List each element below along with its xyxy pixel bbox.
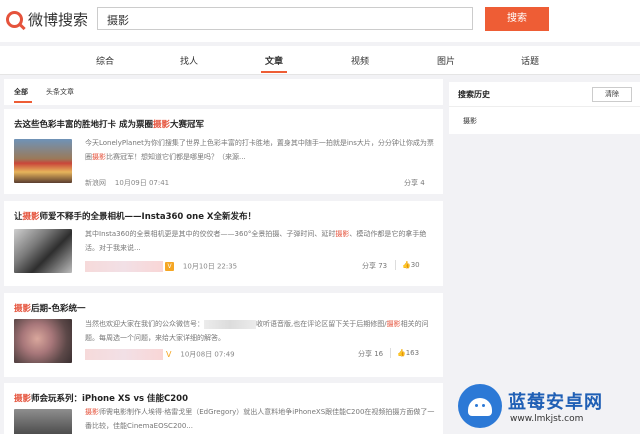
category-tabs: 综合 找人 文章 视频 图片 话题: [0, 46, 640, 75]
thumbs-up-icon: 👍: [397, 349, 406, 357]
wechat-id-blurred: [204, 319, 256, 329]
android-mascot-icon: [458, 384, 502, 428]
active-subtab-indicator: [14, 101, 32, 103]
article-date: 10月09日 07:41: [114, 179, 170, 187]
search-history-title: 搜索历史: [458, 90, 490, 99]
verified-badge-icon: V: [165, 262, 174, 271]
watermark-url: www.lmkjst.com: [510, 414, 584, 424]
share-button[interactable]: 分享 16: [358, 349, 383, 359]
weibo-search-logo[interactable]: 微博搜索: [6, 9, 88, 30]
article-title[interactable]: 摄影后期-色彩统一: [14, 302, 86, 314]
article-card[interactable]: 让摄影师爱不释手的全景相机——Insta360 one X全新发布！ 其中Ins…: [4, 201, 443, 286]
divider: [395, 260, 396, 270]
share-button[interactable]: 分享 73: [362, 261, 387, 271]
subtab-all[interactable]: 全部: [14, 87, 28, 97]
verified-badge-icon: V: [166, 350, 172, 359]
article-date: 10月10日 22:35: [182, 262, 238, 271]
article-date: 10月08日 07:49: [180, 350, 235, 359]
article-thumbnail[interactable]: [14, 409, 72, 434]
tab-comprehensive[interactable]: 综合: [96, 54, 114, 67]
tab-videos[interactable]: 视频: [351, 54, 369, 67]
author-name-blurred[interactable]: [85, 349, 163, 360]
article-title[interactable]: 去这些色彩丰富的胜地打卡 成为票圈摄影大赛冠军: [14, 118, 204, 130]
article-summary: 其中Insta360的全景相机更是其中的佼佼者——360°全景拍摄、子弹时间、延…: [85, 230, 427, 252]
article-thumbnail[interactable]: [14, 139, 72, 183]
article-summary: 摄影师需电影制作人埃得·格雷戈里（EdGregory）就出人意料地争iPhone…: [85, 408, 435, 430]
watermark-title: 蓝莓安卓网: [508, 392, 603, 413]
search-input[interactable]: 摄影: [97, 7, 473, 30]
article-subtabs: 全部 头条文章: [4, 79, 443, 105]
history-item[interactable]: 摄影: [463, 116, 477, 126]
article-thumbnail[interactable]: [14, 229, 72, 273]
article-source[interactable]: 新浪网: [85, 179, 106, 187]
active-tab-indicator: [261, 71, 287, 73]
article-meta: V 10月08日 07:49: [85, 349, 235, 360]
site-watermark: 蓝莓安卓网 www.lmkjst.com: [458, 380, 640, 434]
top-bar: 微博搜索 摄影 搜索: [0, 0, 640, 42]
article-title[interactable]: 摄影师会玩系列：iPhone XS vs 佳能C200: [14, 392, 188, 404]
share-button[interactable]: 分享 4: [404, 178, 425, 188]
article-results: 全部 头条文章 去这些色彩丰富的胜地打卡 成为票圈摄影大赛冠军 今天Lonely…: [4, 79, 443, 434]
article-card[interactable]: 去这些色彩丰富的胜地打卡 成为票圈摄影大赛冠军 今天LonelyPlanet为你…: [4, 109, 443, 194]
article-card[interactable]: 摄影后期-色彩统一 当然也欢迎大家在我们的公众微信号： 收听语音版,也在评论区留下…: [4, 293, 443, 377]
tab-images[interactable]: 图片: [437, 54, 455, 67]
like-button[interactable]: 👍163: [397, 349, 419, 357]
tab-topics[interactable]: 话题: [521, 54, 539, 67]
subtab-headline[interactable]: 头条文章: [46, 87, 74, 97]
search-button[interactable]: 搜索: [485, 7, 549, 31]
tab-articles[interactable]: 文章: [265, 54, 283, 67]
article-title[interactable]: 让摄影师爱不释手的全景相机——Insta360 one X全新发布！: [14, 210, 256, 222]
search-history-panel: 搜索历史 清除 摄影: [449, 82, 640, 134]
clear-history-button[interactable]: 清除: [592, 87, 632, 102]
article-meta: 新浪网 10月09日 07:41: [85, 178, 169, 188]
article-summary: 今天LonelyPlanet为你们搜集了世界上色彩丰富的打卡胜地，置身其中随手一…: [85, 139, 434, 161]
divider: [390, 348, 391, 358]
article-card[interactable]: 摄影师会玩系列：iPhone XS vs 佳能C200 摄影师需电影制作人埃得·…: [4, 383, 443, 434]
thumbs-up-icon: 👍: [402, 261, 411, 269]
article-thumbnail[interactable]: [14, 319, 72, 363]
divider: [449, 106, 640, 107]
author-name-blurred[interactable]: [85, 261, 163, 272]
article-meta: V 10月10日 22:35: [85, 261, 237, 272]
search-logo-icon: [6, 11, 23, 28]
logo-text: 微博搜索: [28, 11, 89, 29]
like-button[interactable]: 👍30: [402, 261, 420, 269]
article-summary: 当然也欢迎大家在我们的公众微信号： 收听语音版,也在评论区留下关于后期修图/摄影相…: [85, 319, 429, 342]
tab-people[interactable]: 找人: [180, 54, 198, 67]
